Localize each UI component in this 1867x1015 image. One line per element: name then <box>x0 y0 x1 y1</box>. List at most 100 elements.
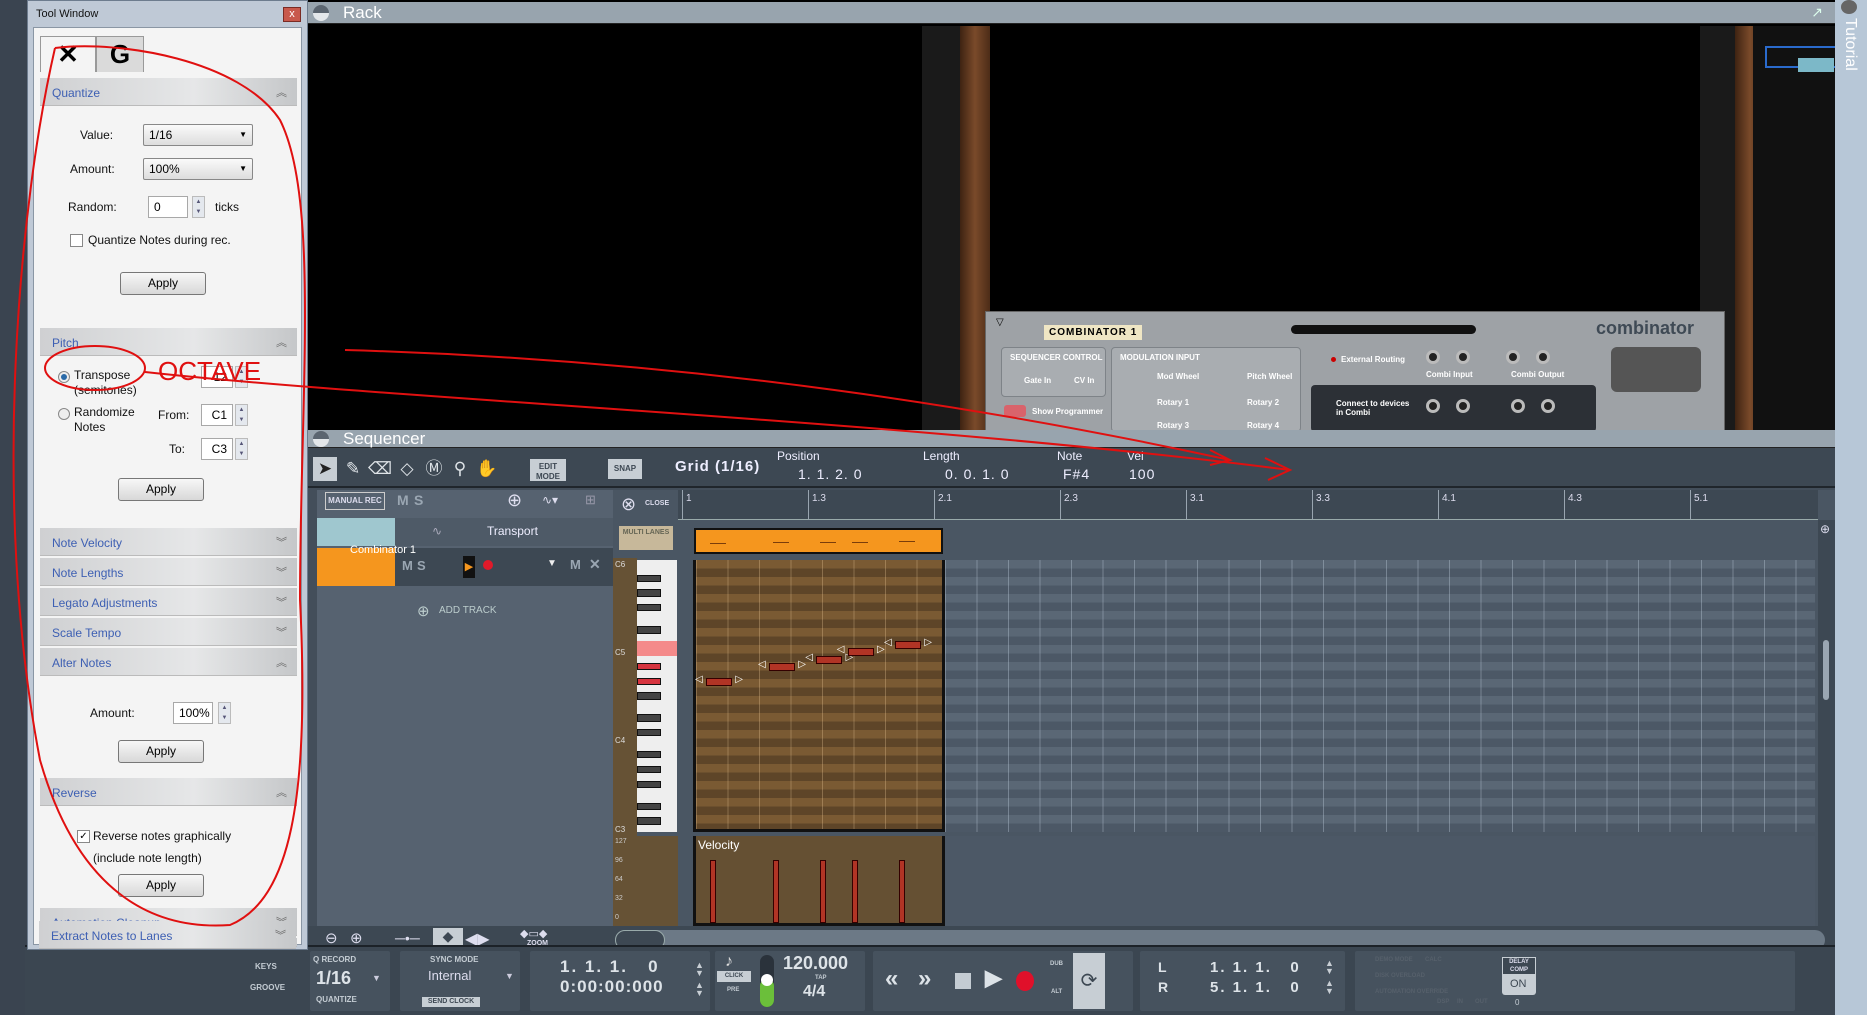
show-programmer-button[interactable] <box>1004 405 1026 417</box>
section-note-velocity-header[interactable]: Note Velocity ︾ <box>40 528 297 556</box>
random-input[interactable]: 0 <box>148 196 188 218</box>
reverse-apply-button[interactable]: Apply <box>118 874 204 897</box>
detach-arrow-icon[interactable]: ↗ <box>1811 4 1823 21</box>
mute-all-button[interactable]: M <box>397 492 409 508</box>
velocity-field[interactable]: 100 <box>1129 466 1155 482</box>
piano-black-key[interactable] <box>637 765 661 774</box>
piano-black-key[interactable] <box>637 751 661 759</box>
delay-comp-button[interactable]: DELAY COMP ON <box>1502 957 1536 995</box>
delete-lane-icon[interactable]: ✕ <box>589 556 601 573</box>
section-pitch-header[interactable]: Pitch ︽ <box>40 328 297 356</box>
eraser-tool-icon[interactable]: ⌫ <box>368 457 392 481</box>
rewind-button[interactable]: « <box>885 965 898 993</box>
pitch-apply-button[interactable]: Apply <box>118 478 204 501</box>
section-reverse-header[interactable]: Reverse ︽ <box>40 778 297 806</box>
from-input[interactable]: C1 <box>201 404 233 426</box>
collapse-icon[interactable] <box>313 4 329 21</box>
lane-dropdown-icon[interactable]: ▼ <box>547 558 557 569</box>
track-row-combinator[interactable]: Combinator 1 M S ▶ ▼ M ✕ <box>317 544 613 586</box>
edit-mode-button[interactable]: EDIT MODE <box>530 459 566 481</box>
keys-button[interactable]: KEYS <box>255 962 277 971</box>
velocity-bar[interactable] <box>820 860 827 923</box>
from-devices-l-jack[interactable] <box>1511 399 1525 413</box>
spinner-icon[interactable]: ▲ ▼ <box>695 961 704 978</box>
tab-groove[interactable]: G <box>96 36 144 72</box>
note-grid-empty[interactable] <box>945 560 1815 832</box>
record-button[interactable] <box>1016 971 1034 991</box>
loop-toggle-icon[interactable]: ⟳ <box>1073 953 1105 1009</box>
note-event[interactable] <box>695 674 743 686</box>
multi-lanes-button[interactable]: MULTI LANES <box>619 526 673 550</box>
randomize-radio[interactable] <box>58 408 70 420</box>
collapse-chevron-icon[interactable]: ︽ <box>276 784 287 800</box>
time-signature-field[interactable]: 4/4 <box>803 983 825 1001</box>
track-solo-button[interactable]: S <box>417 558 426 573</box>
combi-output-l-jack[interactable] <box>1506 350 1520 364</box>
note-grid-clip[interactable] <box>693 560 945 832</box>
position-field[interactable]: 1. 1. 2. 0 <box>798 466 862 482</box>
section-scale-tempo-header[interactable]: Scale Tempo ︾ <box>40 618 297 646</box>
piano-black-key[interactable] <box>637 574 661 583</box>
expand-chevron-icon[interactable]: ︾ <box>276 624 287 640</box>
tab-tools[interactable]: ✕ <box>40 36 96 72</box>
piano-roll-editor[interactable]: ⊗ CLOSE 1 1.3 2.1 2.3 3.1 3.3 4.1 4.3 5.1 MULTI … <box>613 490 1835 926</box>
note-clip[interactable] <box>694 528 943 554</box>
velocity-bar[interactable] <box>773 860 779 923</box>
expand-chevron-icon[interactable]: ︾ <box>276 564 287 580</box>
rack-header[interactable]: Rack ↗ <box>305 2 1835 24</box>
quantize-apply-button[interactable]: Apply <box>120 272 206 295</box>
magnify-tool-icon[interactable]: ⚲ <box>448 457 472 481</box>
note-event[interactable] <box>758 659 806 671</box>
to-spinner[interactable]: ▲ ▼ <box>235 438 248 460</box>
razor-tool-icon[interactable]: ◇ <box>395 457 419 481</box>
collapse-chevron-icon[interactable]: ︽ <box>276 84 287 100</box>
section-legato-header[interactable]: Legato Adjustments ︾ <box>40 588 297 616</box>
alter-apply-button[interactable]: Apply <box>118 740 204 763</box>
velocity-lane[interactable]: Velocity <box>693 836 945 926</box>
random-spinner[interactable]: ▲ ▼ <box>192 196 205 218</box>
close-editor-label[interactable]: CLOSE <box>645 500 669 507</box>
section-quantize-header[interactable]: Quantize ︽ <box>40 78 297 106</box>
quantize-during-rec-checkbox[interactable] <box>70 234 83 247</box>
piano-black-key[interactable] <box>637 817 661 825</box>
collapse-chevron-icon[interactable]: ︽ <box>276 654 287 670</box>
combi-input-l-jack[interactable] <box>1426 350 1440 364</box>
note-field[interactable]: F#4 <box>1063 466 1090 482</box>
track-mute-button[interactable]: M <box>402 558 413 573</box>
from-spinner[interactable]: ▲ ▼ <box>235 404 248 426</box>
piano-black-key[interactable] <box>637 662 661 671</box>
tap-button[interactable]: TAP <box>815 975 827 981</box>
velocity-bar[interactable] <box>710 860 716 923</box>
length-field[interactable]: 0. 0. 1. 0 <box>945 466 1009 482</box>
slider-handle[interactable] <box>761 974 773 986</box>
piano-black-key[interactable] <box>637 604 661 612</box>
note-event[interactable] <box>837 644 885 657</box>
to-devices-r-jack[interactable] <box>1456 399 1470 413</box>
velocity-lane-empty[interactable] <box>945 836 1815 926</box>
stop-button[interactable] <box>955 973 971 989</box>
transpose-radio[interactable] <box>58 371 70 383</box>
grid-select[interactable]: Grid (1/16) <box>675 458 760 475</box>
tutorial-sidebar[interactable]: Tutorial <box>1835 0 1867 1015</box>
piano-black-key[interactable] <box>637 802 661 810</box>
piano-black-key[interactable] <box>637 589 661 597</box>
piano-black-key[interactable] <box>637 780 661 788</box>
to-devices-l-jack[interactable] <box>1426 399 1440 413</box>
mute-tool-icon[interactable]: Ⓜ <box>422 457 446 481</box>
track-row-transport[interactable]: ∿ Transport <box>317 518 613 546</box>
click-level-slider[interactable] <box>760 955 774 1007</box>
transpose-spinner[interactable]: ▲ ▼ <box>235 366 248 388</box>
reverse-graphically-checkbox[interactable]: ✓ <box>77 830 90 843</box>
chevron-down-icon[interactable]: ▼ <box>372 973 381 983</box>
fold-icon[interactable]: ▽ <box>996 317 1004 328</box>
hand-tool-icon[interactable]: ✋ <box>475 457 499 481</box>
right-locator-field[interactable]: 5. 1. 1. 0 <box>1210 979 1301 996</box>
time-position-field[interactable]: 0:00:00:000 <box>560 977 664 997</box>
lane-mute-button[interactable]: M <box>570 557 581 572</box>
expand-chevron-icon[interactable]: ︾ <box>276 534 287 550</box>
alter-amount-spinner[interactable]: ▲ ▼ <box>218 702 231 724</box>
fast-forward-button[interactable]: » <box>918 965 931 993</box>
left-locator-field[interactable]: 1. 1. 1. 0 <box>1210 959 1301 976</box>
piano-black-key[interactable] <box>637 692 661 700</box>
section-note-lengths-header[interactable]: Note Lengths ︾ <box>40 558 297 586</box>
